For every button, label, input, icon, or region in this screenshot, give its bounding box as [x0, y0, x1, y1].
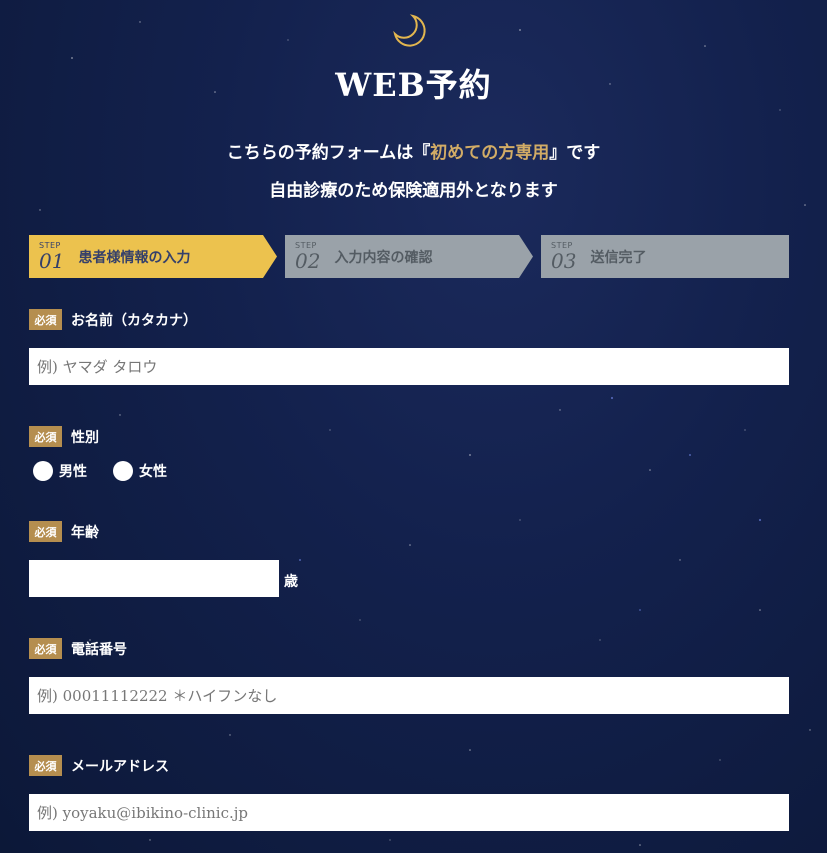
gender-radio-group: 男性 女性	[33, 461, 193, 481]
intro-line-2: 自由診療のため保険適用外となります	[269, 181, 558, 201]
step-label: 入力内容の確認	[334, 249, 433, 266]
page-title: WEB予約	[335, 66, 492, 104]
phone-input[interactable]	[29, 677, 789, 714]
intro-line-1: こちらの予約フォームは『初めての方専用』です	[226, 143, 601, 163]
required-badge: 必須	[29, 309, 62, 330]
gender-radio-male[interactable]: 男性	[33, 461, 87, 481]
age-field-label: 年齢	[71, 524, 99, 541]
step-number: 03	[551, 249, 577, 273]
required-badge: 必須	[29, 638, 62, 659]
radio-circle[interactable]	[33, 461, 53, 481]
age-input[interactable]	[29, 560, 279, 597]
phone-field-label-row: 必須 電話番号	[29, 638, 127, 659]
email-input[interactable]	[29, 794, 789, 831]
step-label: 送信完了	[590, 249, 647, 266]
name-input[interactable]	[29, 348, 789, 385]
name-field-label: お名前（カタカナ）	[71, 312, 197, 329]
crescent-moon-icon	[393, 14, 426, 47]
gender-field-label: 性別	[71, 429, 99, 446]
email-field-label-row: 必須 メールアドレス	[29, 755, 169, 776]
step-01: STEP 01 患者様情報の入力	[29, 235, 277, 278]
gender-radio-female[interactable]: 女性	[113, 461, 167, 481]
required-badge: 必須	[29, 521, 62, 542]
required-badge: 必須	[29, 426, 62, 447]
required-badge: 必須	[29, 755, 62, 776]
radio-label: 女性	[139, 464, 167, 480]
radio-circle[interactable]	[113, 461, 133, 481]
email-field-label: メールアドレス	[71, 758, 169, 775]
age-field-label-row: 必須 年齢	[29, 521, 99, 542]
age-unit-label: 歳	[284, 574, 298, 590]
starfield-background	[39, 21, 811, 846]
step-number: 01	[39, 249, 65, 273]
name-field-label-row: 必須 お名前（カタカナ）	[29, 309, 197, 330]
step-label: 患者様情報の入力	[78, 249, 191, 266]
radio-label: 男性	[59, 464, 87, 480]
phone-field-label: 電話番号	[71, 641, 127, 658]
step-indicator: STEP 01 患者様情報の入力 STEP 02 入力内容の確認 STEP 03…	[29, 235, 789, 278]
gender-field-label-row: 必須 性別	[29, 426, 99, 447]
intro-highlight: 初めての方専用	[430, 143, 550, 163]
step-number: 02	[295, 249, 321, 273]
step-02: STEP 02 入力内容の確認	[285, 235, 533, 278]
step-03: STEP 03 送信完了	[541, 235, 789, 278]
